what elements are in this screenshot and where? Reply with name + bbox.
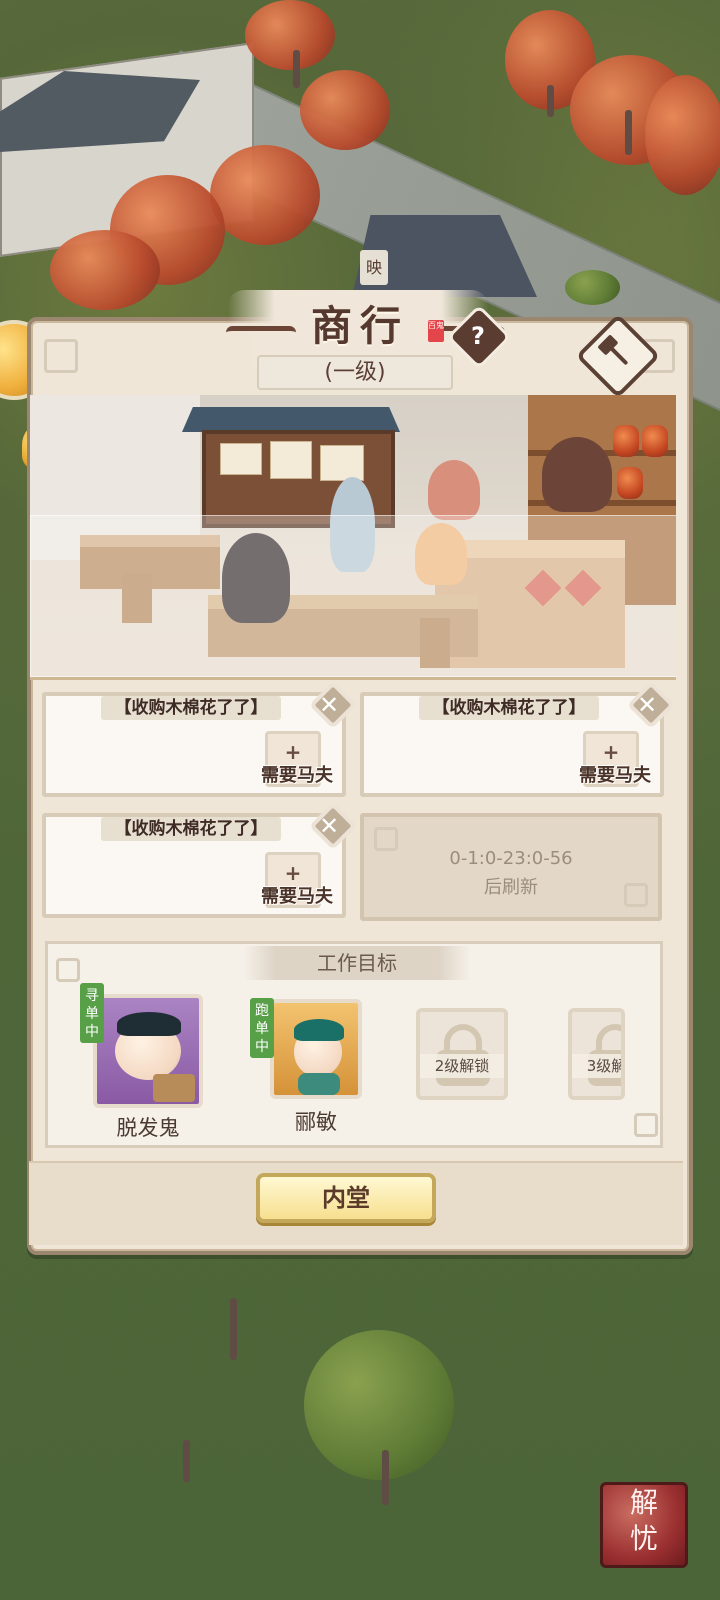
building-name-tag: 映 bbox=[360, 250, 388, 285]
jar-icon bbox=[617, 467, 643, 499]
unlock-requirement: 3级解锁 bbox=[572, 1054, 621, 1078]
inner-hall-button[interactable]: 内堂 bbox=[256, 1173, 436, 1223]
refresh-card: 0-1:0-23:0-56 后刷新 bbox=[360, 813, 662, 921]
worker-hat bbox=[294, 1019, 344, 1041]
green-bush bbox=[565, 270, 620, 305]
notice-paper bbox=[220, 443, 262, 475]
order-card[interactable]: 【收购木棉花了了】 + 需要马夫 ✕ bbox=[42, 801, 358, 918]
order-card[interactable]: 【收购木棉花了了】 + 需要马夫 ✕ bbox=[42, 680, 358, 797]
page-title: 商行 bbox=[311, 302, 409, 350]
worker-hat bbox=[117, 1012, 181, 1036]
corner-ornament bbox=[634, 1113, 658, 1137]
plus-icon[interactable]: + bbox=[268, 742, 318, 762]
seal-text: 忧 bbox=[629, 1522, 658, 1555]
scene-highlight bbox=[30, 515, 676, 677]
corner-seal-button[interactable]: 解 忧 bbox=[600, 1482, 688, 1568]
maple-tree bbox=[300, 70, 390, 150]
shop-level: (一级) bbox=[257, 355, 453, 390]
close-icon[interactable]: ✕ bbox=[314, 690, 344, 720]
order-card[interactable]: 【收购木棉花了了】 + 需要马夫 ✕ bbox=[360, 680, 676, 797]
worker-avatar[interactable] bbox=[93, 994, 203, 1108]
order-requirement: 需要马夫 bbox=[579, 765, 651, 786]
notice-board-roof bbox=[182, 407, 400, 432]
maple-tree bbox=[210, 145, 320, 245]
notice-paper bbox=[320, 445, 364, 481]
close-icon[interactable]: ✕ bbox=[632, 690, 662, 720]
order-requirement: 需要马夫 bbox=[261, 886, 333, 907]
maple-tree bbox=[645, 75, 720, 195]
plus-icon[interactable]: + bbox=[268, 863, 318, 883]
jar-icon bbox=[642, 425, 668, 457]
maple-tree bbox=[50, 230, 160, 310]
dead-tree bbox=[183, 1440, 190, 1482]
title-seal: 百鬼 bbox=[428, 320, 444, 342]
unlock-requirement: 2级解锁 bbox=[420, 1054, 504, 1078]
status-badge: 跑单中 bbox=[250, 998, 274, 1058]
work-target-title: 工作目标 bbox=[244, 946, 470, 980]
worker-name: 脱发鬼 bbox=[116, 1116, 180, 1140]
shopkeeper-figure bbox=[542, 437, 612, 512]
status-badge: 寻单中 bbox=[80, 983, 104, 1043]
seal-text: 解 bbox=[629, 1486, 658, 1519]
green-tree bbox=[304, 1330, 454, 1480]
worker-name: 郦敏 bbox=[295, 1110, 337, 1134]
book-stack bbox=[153, 1074, 195, 1102]
order-title: 【收购木棉花了了】 bbox=[101, 817, 281, 841]
close-icon[interactable]: ✕ bbox=[314, 811, 344, 841]
worker-avatar[interactable] bbox=[270, 999, 362, 1099]
refresh-timer: 0-1:0-23:0-56 bbox=[449, 848, 573, 869]
locked-slot[interactable]: 2级解锁 bbox=[416, 1008, 508, 1100]
tree-trunk bbox=[547, 85, 554, 117]
locked-slot[interactable]: 3级解锁 bbox=[568, 1008, 625, 1100]
tree-trunk bbox=[293, 50, 300, 88]
order-title: 【收购木棉花了了】 bbox=[419, 696, 599, 720]
jar-icon bbox=[613, 425, 639, 457]
tree-trunk bbox=[382, 1450, 389, 1505]
corner-ornament bbox=[56, 958, 80, 982]
maple-tree bbox=[245, 0, 335, 70]
tree-trunk bbox=[625, 110, 632, 155]
shop-scene bbox=[30, 395, 676, 680]
order-title: 【收购木棉花了了】 bbox=[101, 696, 281, 720]
corner-ornament bbox=[44, 339, 78, 373]
worker-robe bbox=[298, 1073, 340, 1095]
dead-tree bbox=[230, 1298, 237, 1360]
title-flourish bbox=[226, 326, 296, 339]
plus-icon[interactable]: + bbox=[586, 742, 636, 762]
woman-figure bbox=[428, 460, 480, 520]
refresh-label: 后刷新 bbox=[484, 877, 538, 898]
question-icon[interactable]: ? bbox=[466, 316, 490, 356]
notice-paper bbox=[270, 441, 312, 479]
order-requirement: 需要马夫 bbox=[261, 765, 333, 786]
